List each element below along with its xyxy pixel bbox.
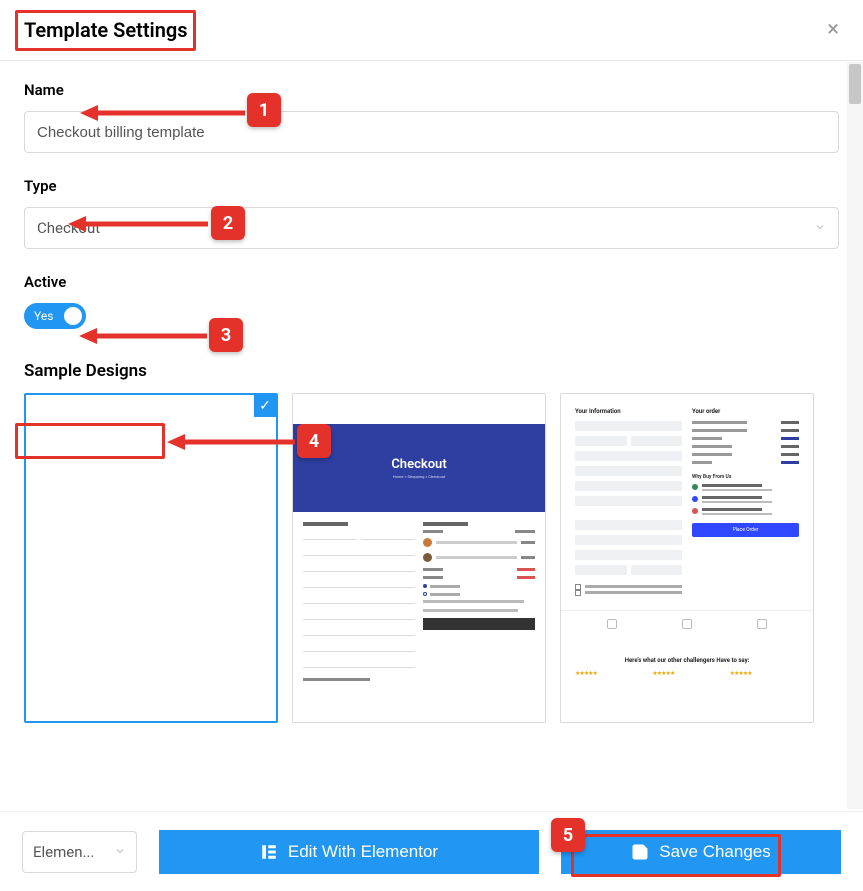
active-label: Active xyxy=(24,273,839,291)
save-icon xyxy=(631,843,649,861)
name-label: Name xyxy=(24,81,839,99)
type-label: Type xyxy=(24,177,839,195)
check-icon: ✓ xyxy=(254,395,276,417)
toggle-knob xyxy=(64,307,82,325)
elementor-icon xyxy=(260,843,278,861)
close-icon[interactable]: × xyxy=(827,19,839,41)
design-card-3[interactable]: Your Information xyxy=(560,393,814,723)
preview-body xyxy=(293,512,545,691)
toggle-text: Yes xyxy=(34,309,53,323)
modal-title: Template Settings xyxy=(24,18,188,42)
save-button-label: Save Changes xyxy=(659,842,771,862)
type-select[interactable]: Checkout xyxy=(24,207,839,249)
edit-with-elementor-button[interactable]: Edit With Elementor xyxy=(159,830,539,874)
chevron-down-icon xyxy=(114,843,126,861)
preview-hero: Checkout Home > Shopping > Checkout xyxy=(293,424,545,512)
chevron-down-icon xyxy=(814,219,826,237)
sample-designs-title: Sample Designs xyxy=(24,361,147,381)
type-select-value: Checkout xyxy=(37,219,100,237)
builder-select-value: Elemen... xyxy=(33,843,114,861)
save-changes-button[interactable]: Save Changes xyxy=(561,830,841,874)
active-toggle[interactable]: Yes xyxy=(24,303,86,329)
builder-select[interactable]: Elemen... xyxy=(22,831,137,873)
design-card-1[interactable]: ✓ xyxy=(24,393,278,723)
design-card-2[interactable]: Checkout Home > Shopping > Checkout xyxy=(292,393,546,723)
name-input[interactable] xyxy=(24,111,839,153)
preview-body: Your Information xyxy=(561,394,813,604)
edit-button-label: Edit With Elementor xyxy=(288,842,438,862)
